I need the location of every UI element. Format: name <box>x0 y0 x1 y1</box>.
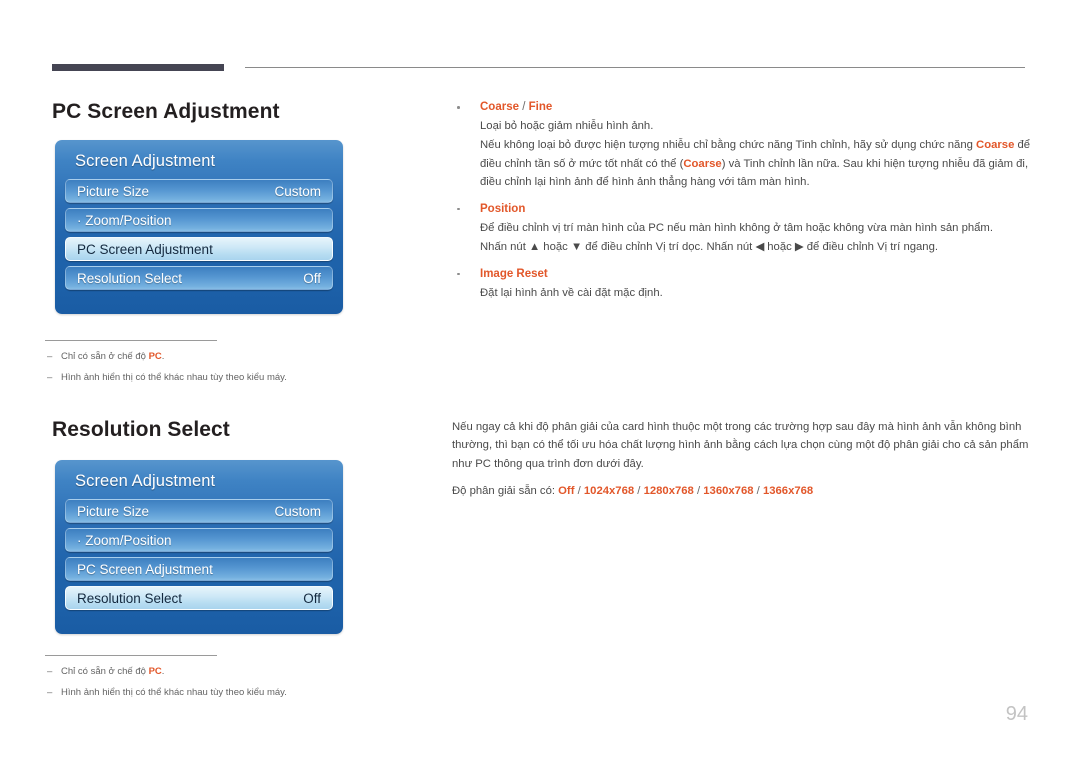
bullet-heading-part1: Image Reset <box>480 267 548 280</box>
osd-row-label: Picture Size <box>77 503 150 519</box>
page-title-resolution-select: Resolution Select <box>52 418 230 441</box>
bullet-body: Để điều chỉnh vị trí màn hình của PC nếu… <box>452 219 1032 256</box>
osd-panel-title: Screen Adjustment <box>75 152 216 170</box>
bullet-dot-icon <box>457 207 460 211</box>
resolution-option: 1024x768 <box>583 484 635 497</box>
bullet-heading-part2: Fine <box>528 101 553 113</box>
bullet-body-line: Nếu không loại bỏ được hiện tượng nhiễu … <box>480 139 1031 189</box>
osd-row-list: Picture Size Custom · Zoom/Position PC S… <box>55 171 343 301</box>
bullet-body: Đặt lại hình ảnh về cài đặt mặc định. <box>452 284 1032 303</box>
footnote-text-suffix: . <box>161 351 165 362</box>
resolution-options-label: Độ phân giải sẵn có: <box>452 484 559 497</box>
bullet-body-line: Để điều chỉnh vị trí màn hình của PC nếu… <box>480 222 993 235</box>
osd-row-label: PC Screen Adjustment <box>77 561 213 577</box>
osd-row-pc-screen-adjustment[interactable]: PC Screen Adjustment <box>65 557 333 581</box>
bullet-heading-part1: Coarse <box>480 101 519 113</box>
page-number: 94 <box>1005 703 1028 725</box>
bullet-heading: Position <box>452 200 1032 218</box>
footnote-text-suffix: . <box>161 666 165 677</box>
bullet-dot-icon <box>457 272 460 276</box>
bullet-heading-part1: Position <box>480 202 526 215</box>
resolution-option: 1280x768 <box>643 484 694 497</box>
resolution-options-values: Off / 1024x768 / 1280x768 / 1360x768 / 1… <box>558 485 813 497</box>
osd-row-value: Custom <box>274 183 321 199</box>
osd-row-label: Picture Size <box>77 183 150 199</box>
osd-row-label: Resolution Select <box>77 590 183 606</box>
osd-row-pc-screen-adjustment[interactable]: PC Screen Adjustment <box>65 237 333 261</box>
bullet-body-line: Nhấn nút ▲ hoặc ▼ để điều chỉnh Vị trí d… <box>480 240 938 253</box>
bullet-block-position: Position Để điều chỉnh vị trí màn hình c… <box>452 200 1032 257</box>
footnote-dash: – <box>47 666 53 677</box>
osd-row-zoom-position[interactable]: · Zoom/Position <box>65 208 333 232</box>
footnote-text: Hình ảnh hiển thị có thể khác nhau tùy t… <box>61 371 287 383</box>
osd-row-label: Resolution Select <box>77 270 183 286</box>
header-rule-thick <box>52 64 224 71</box>
footnote-block-1: – Chỉ có sẵn ở chế độ PC. – Hình ảnh hiển … <box>45 340 375 392</box>
osd-row-zoom-position[interactable]: · Zoom/Position <box>65 528 333 552</box>
footnote-divider <box>45 655 217 656</box>
inline-keyword: Coarse <box>683 157 722 170</box>
description-column-bottom: Nếu ngay cả khi độ phân giải của card hì… <box>452 418 1032 500</box>
resolution-option-separator: / <box>634 484 644 497</box>
description-column-top: Coarse / Fine Loại bỏ hoặc giảm nhiễu hì… <box>452 98 1032 311</box>
footnote-dash: – <box>47 371 53 383</box>
osd-row-resolution-select[interactable]: Resolution Select Off <box>65 586 333 610</box>
resolution-option-separator: / <box>753 484 763 497</box>
resolution-options-line: Độ phân giải sẵn có: Off / 1024x768 / 12… <box>452 482 1032 500</box>
osd-row-resolution-select[interactable]: Resolution Select Off <box>65 266 333 290</box>
footnote-keyword: PC <box>148 351 162 362</box>
bullet-heading: Image Reset <box>452 265 1032 283</box>
footnote-text: Chỉ có sẵn ở chế độ <box>61 666 149 677</box>
bullet-heading-separator: / <box>519 101 529 113</box>
osd-row-label: PC Screen Adjustment <box>77 241 213 257</box>
osd-panel-screen-adjustment-2: Screen Adjustment Picture Size Custom · … <box>55 460 343 634</box>
footnote-item: – Hình ảnh hiển thị có thể khác nhau tùy … <box>45 686 375 700</box>
page-title-pc-screen-adjustment: PC Screen Adjustment <box>52 100 280 123</box>
bullet-body-line: Đặt lại hình ảnh về cài đặt mặc định. <box>480 286 663 299</box>
osd-panel-screen-adjustment-1: Screen Adjustment Picture Size Custom · … <box>55 140 343 314</box>
osd-row-list: Picture Size Custom · Zoom/Position PC S… <box>55 491 343 621</box>
footnote-block-2: – Chỉ có sẵn ở chế độ PC. – Hình ảnh hiển … <box>45 655 375 707</box>
bullet-heading: Coarse / Fine <box>452 98 1032 116</box>
footnote-divider <box>45 340 217 341</box>
bullet-block-coarse-fine: Coarse / Fine Loại bỏ hoặc giảm nhiễu hì… <box>452 98 1032 192</box>
footnote-text: Chỉ có sẵn ở chế độ <box>61 351 149 362</box>
osd-panel-title: Screen Adjustment <box>75 472 216 490</box>
footnote-text: Hình ảnh hiển thị có thể khác nhau tùy t… <box>61 686 287 698</box>
osd-row-picture-size[interactable]: Picture Size Custom <box>65 499 333 523</box>
footnote-dash: – <box>47 351 53 362</box>
resolution-option-separator: / <box>693 484 704 497</box>
resolution-paragraph: Nếu ngay cả khi độ phân giải của card hì… <box>452 421 1029 470</box>
bullet-body: Loại bỏ hoặc giảm nhiễu hình ảnh. Nếu kh… <box>452 117 1032 192</box>
osd-row-label: · Zoom/Position <box>77 532 172 548</box>
bullet-block-image-reset: Image Reset Đặt lại hình ảnh về cài đặt … <box>452 265 1032 303</box>
osd-row-value: Custom <box>274 503 321 519</box>
inline-keyword: Coarse <box>976 139 1015 152</box>
resolution-option: Off <box>558 484 575 497</box>
header-rule-thin <box>245 67 1025 68</box>
bullet-dot-icon <box>457 106 460 109</box>
osd-row-value: Off <box>303 270 321 286</box>
resolution-option: 1366x768 <box>762 484 814 497</box>
footnote-keyword: PC <box>148 666 162 677</box>
footnote-dash: – <box>47 686 53 698</box>
footnote-item: – Chỉ có sẵn ở chế độ PC. <box>45 350 375 364</box>
osd-row-value: Off <box>303 590 321 606</box>
osd-row-label: · Zoom/Position <box>77 212 172 228</box>
resolution-option: 1360x768 <box>703 484 754 497</box>
footnote-item: – Chỉ có sẵn ở chế độ PC. <box>45 665 375 679</box>
bullet-body-line: Loại bỏ hoặc giảm nhiễu hình ảnh. <box>480 120 654 133</box>
resolution-option-separator: / <box>574 484 584 497</box>
footnote-item: – Hình ảnh hiển thị có thể khác nhau tùy … <box>45 371 375 385</box>
osd-row-picture-size[interactable]: Picture Size Custom <box>65 179 333 203</box>
